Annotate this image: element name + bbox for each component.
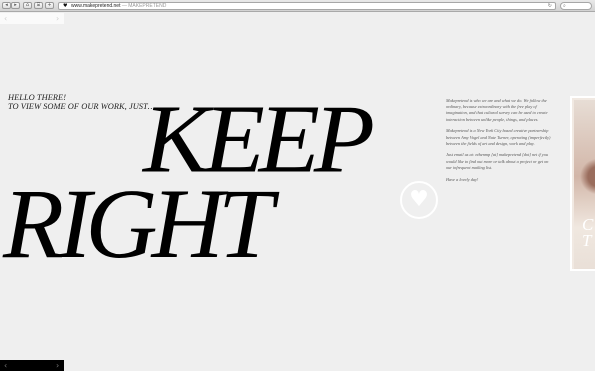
plus-icon: + — [47, 2, 52, 8]
prev-arrow-icon[interactable]: ‹ — [4, 14, 7, 23]
search-input[interactable]: ⌕ — [560, 2, 592, 10]
thumbnail-letter-2: T — [582, 231, 592, 250]
view-work-text: TO VIEW SOME OF OUR WORK, JUST… — [8, 102, 156, 111]
prev-arrow-icon[interactable]: ‹ — [4, 361, 7, 370]
heart-button[interactable]: ♥ — [400, 181, 438, 219]
top-slide-nav: ‹ › — [0, 13, 64, 24]
reload-icon[interactable]: ↻ — [548, 3, 552, 9]
right-arrow-icon: ▸ — [14, 2, 17, 8]
url: www.makepretend.net — [71, 3, 121, 9]
address-text: www.makepretend.net — MAKEPRETEND — [71, 3, 166, 9]
right-heading: RIGHT — [3, 168, 273, 279]
next-arrow-icon[interactable]: › — [56, 361, 59, 370]
add-bookmark-button[interactable]: + — [45, 2, 54, 9]
bottom-slide-nav: ‹ › — [0, 360, 64, 371]
about-paragraph-1: Makepretend is who we are and what we do… — [446, 98, 548, 122]
page-title: MAKEPRETEND — [128, 3, 167, 9]
home-icon: ⌂ — [25, 2, 30, 8]
search-icon: ⌕ — [563, 3, 566, 9]
url-separator: — — [121, 3, 127, 9]
bookmarks-button[interactable]: ⌸ — [34, 2, 43, 9]
left-arrow-icon: ◂ — [5, 2, 8, 8]
next-arrow-icon[interactable]: › — [56, 14, 59, 23]
about-text: Makepretend is who we are and what we do… — [446, 98, 552, 188]
favicon-heart-icon: ♥ — [63, 3, 68, 9]
heart-icon: ♥ — [409, 187, 429, 212]
about-paragraph-4: Have a lovely day! — [446, 176, 479, 182]
next-project-thumbnail[interactable]: C T — [570, 96, 595, 271]
back-button[interactable]: ◂ — [2, 2, 11, 9]
forward-button[interactable]: ▸ — [11, 2, 20, 9]
hello-text: HELLO THERE! — [8, 93, 67, 102]
about-paragraph-2: Makepretend is a New York City based cre… — [446, 128, 551, 146]
home-button[interactable]: ⌂ — [23, 2, 32, 9]
browser-toolbar: ◂ ▸ ⌂ ⌸ + ♥ www.makepretend.net — MAKEPR… — [0, 0, 595, 12]
bookmarks-icon: ⌸ — [36, 2, 40, 8]
about-paragraph-3: Just email us at: nthenmp [at] makeprete… — [446, 152, 549, 170]
address-bar[interactable]: ♥ www.makepretend.net — MAKEPRETEND ↻ — [58, 2, 556, 10]
intro-greeting: HELLO THERE! TO VIEW SOME OF OUR WORK, J… — [8, 93, 155, 111]
